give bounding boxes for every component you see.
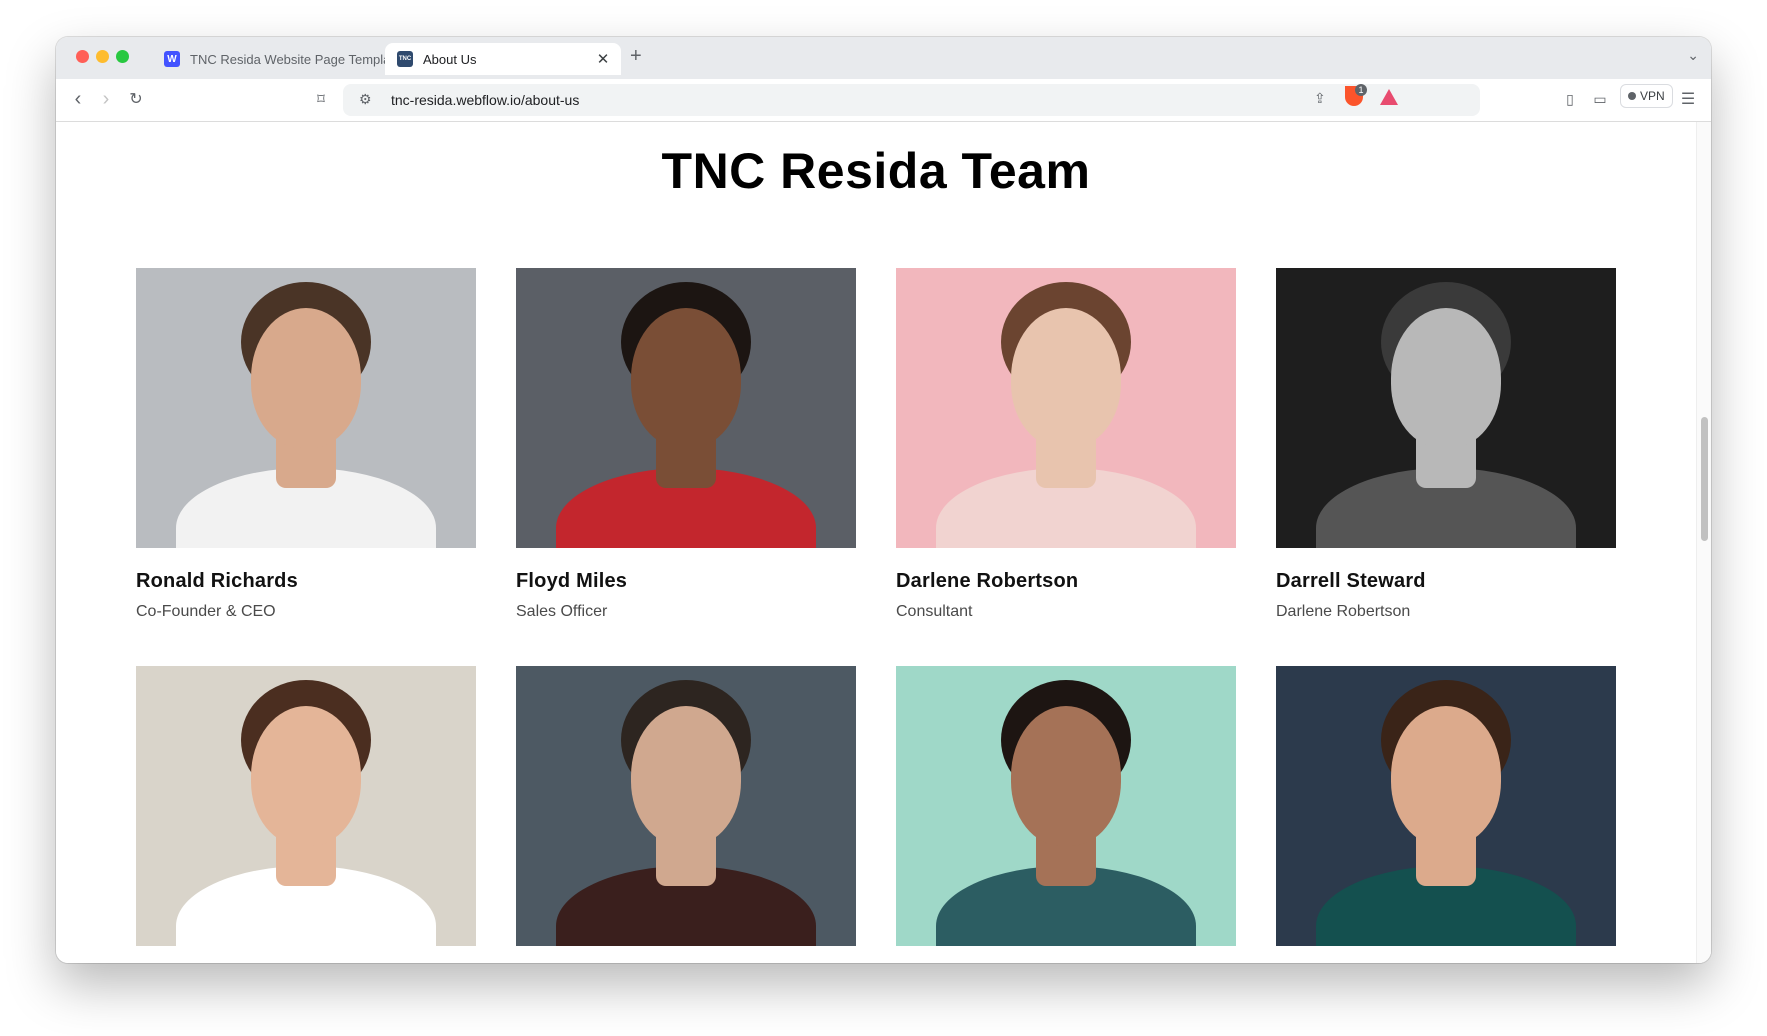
maximize-window-button[interactable] bbox=[116, 50, 129, 63]
member-photo bbox=[896, 268, 1236, 548]
photo-face bbox=[1391, 706, 1501, 846]
photo-face bbox=[1011, 706, 1121, 846]
member-photo bbox=[1276, 268, 1616, 548]
address-bar[interactable]: ⚙ tnc-resida.webflow.io/about-us ⇪ 1 bbox=[343, 84, 1480, 116]
member-name: Darrell Steward bbox=[1276, 570, 1426, 592]
reload-icon[interactable]: ↻ bbox=[124, 87, 148, 111]
tab-search-chevron-icon[interactable]: ⌄ bbox=[1687, 47, 1699, 64]
scrollbar-track[interactable] bbox=[1696, 122, 1711, 963]
team-member-card bbox=[896, 666, 1236, 946]
sidebar-toggle-icon[interactable]: ▯ bbox=[1558, 87, 1582, 111]
back-icon[interactable]: ‹ bbox=[66, 87, 90, 111]
tab-bar: W TNC Resida Website Page Template TNC A… bbox=[56, 37, 1711, 79]
member-role: Sales Officer bbox=[516, 603, 608, 620]
tnc-favicon-icon: TNC bbox=[397, 51, 413, 67]
photo-face bbox=[251, 308, 361, 448]
member-role: Co-Founder & CEO bbox=[136, 603, 276, 620]
team-member-card: Darrell Steward Darlene Robertson bbox=[1276, 268, 1616, 621]
member-photo bbox=[136, 666, 476, 946]
menu-icon[interactable]: ☰ bbox=[1676, 87, 1700, 111]
member-photo bbox=[1276, 666, 1616, 946]
member-photo bbox=[136, 268, 476, 548]
share-icon[interactable]: ⇪ bbox=[1314, 90, 1326, 107]
close-tab-icon[interactable]: ✕ bbox=[593, 50, 613, 68]
team-member-card bbox=[136, 666, 476, 946]
team-member-card: Darlene Robertson Consultant bbox=[896, 268, 1236, 621]
scrollbar-thumb[interactable] bbox=[1701, 417, 1708, 541]
member-photo bbox=[516, 666, 856, 946]
vpn-label: VPN bbox=[1640, 89, 1665, 103]
webflow-favicon-icon: W bbox=[164, 51, 180, 67]
browser-window: W TNC Resida Website Page Template TNC A… bbox=[56, 37, 1711, 963]
vpn-status-icon bbox=[1628, 92, 1636, 100]
brave-rewards-icon[interactable] bbox=[1380, 89, 1398, 105]
member-role: Darlene Robertson bbox=[1276, 603, 1411, 620]
new-tab-button[interactable]: + bbox=[630, 45, 642, 68]
member-name: Floyd Miles bbox=[516, 570, 628, 592]
member-role: Consultant bbox=[896, 603, 973, 620]
member-photo bbox=[896, 666, 1236, 946]
minimize-window-button[interactable] bbox=[96, 50, 109, 63]
team-member-card bbox=[1276, 666, 1616, 946]
close-window-button[interactable] bbox=[76, 50, 89, 63]
member-photo bbox=[516, 268, 856, 548]
url-text[interactable]: tnc-resida.webflow.io/about-us bbox=[391, 92, 579, 108]
photo-face bbox=[1391, 308, 1501, 448]
photo-face bbox=[1011, 308, 1121, 448]
tab-about-us[interactable]: TNC About Us ✕ bbox=[385, 43, 621, 75]
member-name: Ronald Richards bbox=[136, 570, 298, 592]
member-name: Darlene Robertson bbox=[896, 570, 1079, 592]
team-member-card: Ronald Richards Co-Founder & CEO bbox=[136, 268, 476, 621]
team-member-card: Floyd Miles Sales Officer bbox=[516, 268, 856, 621]
shield-count-badge: 1 bbox=[1355, 84, 1367, 96]
wallet-icon[interactable]: ▭ bbox=[1588, 87, 1612, 111]
tab-title: About Us bbox=[423, 51, 477, 67]
browser-toolbar: ‹ › ↻ ⌑ ⚙ tnc-resida.webflow.io/about-us… bbox=[56, 79, 1711, 122]
photo-face bbox=[631, 308, 741, 448]
page-title: TNC Resida Team bbox=[661, 143, 1091, 199]
photo-face bbox=[251, 706, 361, 846]
vpn-button[interactable]: VPN bbox=[1620, 84, 1673, 108]
site-settings-icon[interactable]: ⚙ bbox=[359, 91, 372, 108]
forward-icon[interactable]: › bbox=[94, 87, 118, 111]
page-content: TNC Resida Team Ronald Richards Co-Founde… bbox=[56, 122, 1711, 963]
team-member-card bbox=[516, 666, 856, 946]
bookmark-icon[interactable]: ⌑ bbox=[309, 87, 333, 111]
photo-face bbox=[631, 706, 741, 846]
